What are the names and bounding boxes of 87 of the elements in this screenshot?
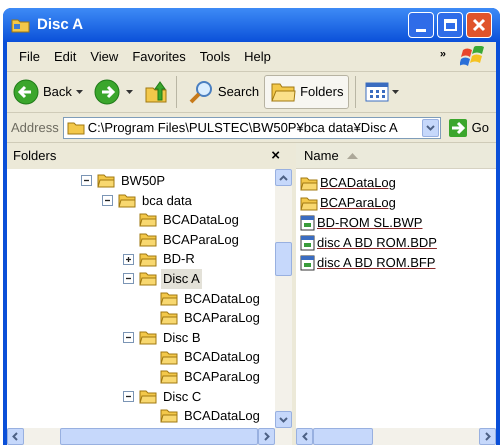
window-title: Disc A — [37, 14, 84, 35]
tree-item[interactable]: BCAParaLog — [182, 308, 262, 328]
chevron-down-icon — [279, 416, 288, 422]
chevron-right-icon — [484, 432, 490, 441]
list-entry[interactable]: BCAParaLog — [320, 193, 396, 213]
search-icon — [188, 79, 214, 105]
menu-item[interactable]: View — [84, 46, 124, 66]
folder-icon — [139, 232, 157, 248]
back-button[interactable]: Back — [11, 75, 74, 109]
folder-icon — [139, 388, 157, 404]
chevron-right-icon — [264, 432, 270, 441]
horizontal-scrollbar[interactable] — [7, 428, 292, 445]
dropdown-button[interactable] — [422, 118, 439, 136]
folder-icon — [160, 408, 178, 424]
tree-item[interactable]: Disc A — [161, 269, 202, 289]
caret-icon[interactable] — [76, 89, 84, 95]
folder-icon — [139, 252, 157, 267]
menu-item[interactable]: File — [13, 46, 46, 66]
chevron-up-icon — [279, 174, 288, 180]
tree-item[interactable]: Disc B — [161, 328, 203, 348]
close-button[interactable] — [466, 12, 492, 38]
close-icon — [472, 18, 486, 32]
folder-icon — [118, 192, 136, 208]
tree-item[interactable]: BCAParaLog — [161, 230, 241, 250]
views-icon — [365, 82, 390, 102]
close-pane-button[interactable]: × — [271, 144, 280, 168]
tree-item[interactable]: BCAParaLog — [182, 366, 262, 386]
horizontal-scrollbar[interactable] — [296, 428, 496, 445]
list-entry[interactable]: disc A BD ROM.BDP — [317, 233, 437, 253]
minimize-button[interactable] — [408, 12, 434, 38]
tree-item[interactable]: BCADataLog — [182, 406, 262, 426]
menu-item[interactable]: Tools — [194, 46, 236, 66]
menu-item[interactable]: Help — [238, 46, 277, 66]
expand-icon[interactable] — [123, 254, 134, 265]
search-button[interactable]: Search — [184, 75, 262, 109]
menu-overflow-button[interactable]: » — [436, 46, 450, 62]
folder-icon — [139, 330, 157, 346]
tree-item[interactable]: BW50P — [119, 171, 168, 191]
collapse-icon[interactable] — [81, 175, 92, 186]
tree-item[interactable]: BCADataLog — [182, 347, 262, 367]
folder-icon — [160, 369, 178, 384]
document-icon — [300, 255, 315, 271]
vertical-scrollbar[interactable] — [275, 169, 292, 428]
document-icon — [300, 235, 315, 251]
folder-icon — [300, 176, 318, 190]
address-field[interactable]: C:\Program Files\PULSTEC\BW50P¥bca data¥Disc A — [62, 116, 441, 138]
tree-item[interactable]: bca data — [140, 190, 194, 210]
scrollbar-thumb[interactable] — [60, 428, 258, 445]
up-folder-icon[interactable] — [144, 80, 168, 104]
folder-icon — [160, 290, 178, 306]
collapse-icon[interactable] — [123, 273, 134, 284]
sort-arrow-icon — [346, 152, 358, 158]
tree-item[interactable]: BCADataLog — [182, 288, 262, 308]
menu-item[interactable]: Edit — [48, 46, 82, 66]
folder-icon — [139, 271, 157, 286]
folder-icon — [160, 310, 178, 326]
chevron-down-icon — [426, 124, 435, 130]
document-icon — [300, 215, 315, 231]
folder-icon — [139, 212, 157, 228]
address-label: Address — [11, 118, 59, 137]
folder-icon — [160, 350, 178, 365]
folder-icon — [66, 120, 85, 134]
chevron-left-icon — [302, 432, 308, 441]
list-entry[interactable]: BCADataLog — [320, 173, 396, 193]
pane-title: Folders — [13, 147, 56, 166]
menu-item[interactable]: Favorites — [126, 46, 192, 66]
list-entry[interactable]: disc A BD ROM.BFP — [317, 253, 436, 273]
maximize-button[interactable] — [437, 12, 463, 38]
go-button[interactable]: Go — [444, 118, 492, 138]
caret-icon — [392, 89, 400, 95]
list-entry[interactable]: BD-ROM SL.BWP — [317, 213, 422, 233]
folder-icon — [97, 173, 115, 188]
scrollbar-thumb[interactable] — [275, 242, 292, 276]
chevron-left-icon — [12, 432, 18, 441]
folders-button[interactable]: Folders — [264, 75, 350, 109]
scrollbar-thumb[interactable] — [313, 428, 373, 445]
folder-icon — [300, 196, 318, 210]
collapse-icon[interactable] — [123, 332, 134, 344]
collapse-icon[interactable] — [123, 390, 134, 402]
caret-icon[interactable] — [126, 89, 134, 95]
collapse-icon[interactable] — [102, 194, 113, 206]
windows-logo-icon — [460, 46, 486, 68]
folder-icon — [11, 17, 31, 33]
tree-item[interactable]: BD-R — [161, 249, 197, 269]
tree-item[interactable]: Disc C — [161, 386, 204, 406]
tree-item[interactable]: BCADataLog — [161, 210, 241, 230]
column-header[interactable]: Name — [296, 143, 496, 169]
